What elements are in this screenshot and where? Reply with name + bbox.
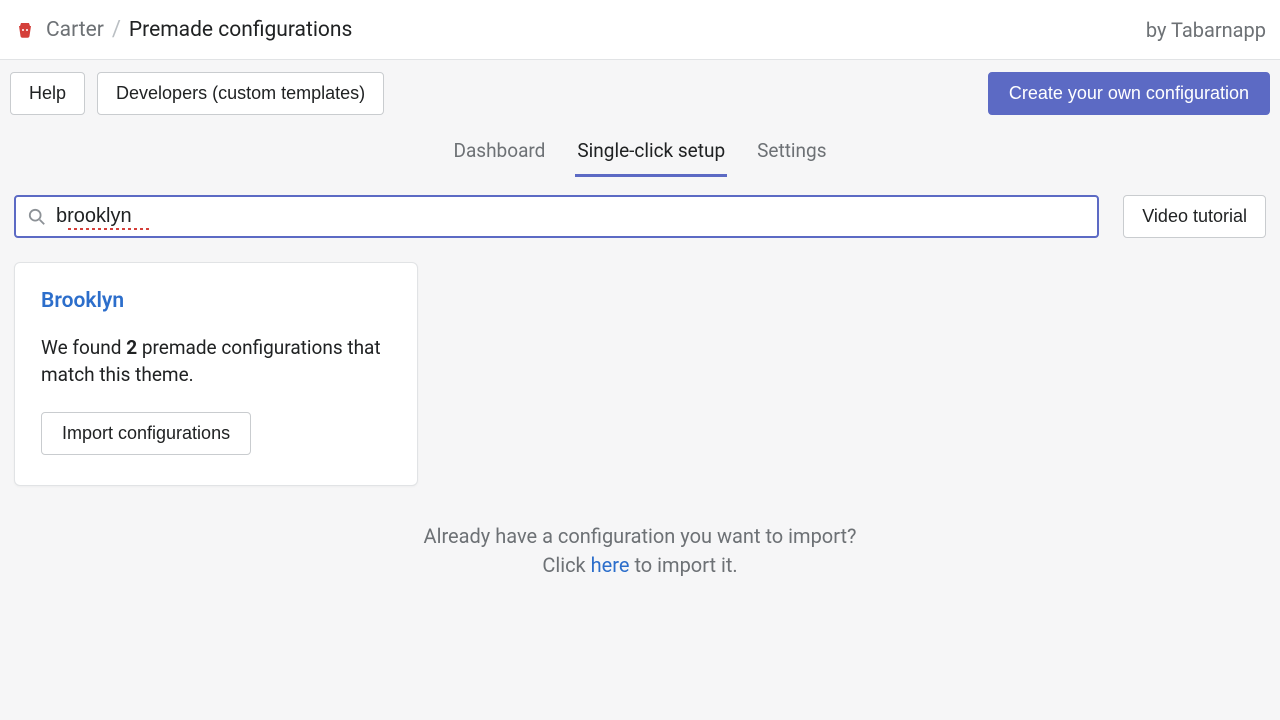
footer-post: to import it.: [629, 553, 737, 577]
developers-button[interactable]: Developers (custom templates): [97, 72, 384, 115]
results-area: Brooklyn We found 2 premade configuratio…: [0, 238, 1280, 510]
footer-cta: Already have a configuration you want to…: [0, 522, 1280, 580]
footer-pre: Click: [542, 553, 590, 577]
topbar: Carter / Premade configurations by Tabar…: [0, 0, 1280, 60]
video-tutorial-button[interactable]: Video tutorial: [1123, 195, 1266, 238]
action-row: Help Developers (custom templates) Creat…: [0, 60, 1280, 115]
footer-line-2: Click here to import it.: [0, 551, 1280, 580]
import-here-link[interactable]: here: [591, 553, 630, 577]
desc-pre: We found: [41, 336, 126, 359]
desc-count: 2: [126, 336, 137, 359]
tab-dashboard[interactable]: Dashboard: [451, 131, 547, 177]
breadcrumb-page: Premade configurations: [129, 18, 352, 42]
app-logo-icon: [14, 19, 36, 41]
tabs: Dashboard Single-click setup Settings: [0, 115, 1280, 177]
theme-result-card: Brooklyn We found 2 premade configuratio…: [14, 262, 418, 486]
tab-settings[interactable]: Settings: [755, 131, 828, 177]
byline: by Tabarnapp: [1146, 18, 1266, 42]
help-button[interactable]: Help: [10, 72, 85, 115]
breadcrumb-separator: /: [112, 17, 121, 42]
theme-name[interactable]: Brooklyn: [41, 289, 391, 313]
tab-single-click-setup[interactable]: Single-click setup: [575, 131, 727, 177]
theme-description: We found 2 premade configurations that m…: [41, 335, 391, 388]
import-configurations-button[interactable]: Import configurations: [41, 412, 251, 455]
spellcheck-underline: [68, 228, 150, 230]
search-field-wrapper[interactable]: [14, 195, 1099, 238]
breadcrumb-store[interactable]: Carter: [46, 18, 104, 42]
search-input[interactable]: [56, 205, 1085, 228]
search-row: Video tutorial: [0, 177, 1280, 238]
search-icon: [28, 208, 46, 226]
create-configuration-button[interactable]: Create your own configuration: [988, 72, 1270, 115]
breadcrumb: Carter / Premade configurations: [14, 17, 352, 42]
footer-line-1: Already have a configuration you want to…: [0, 522, 1280, 551]
